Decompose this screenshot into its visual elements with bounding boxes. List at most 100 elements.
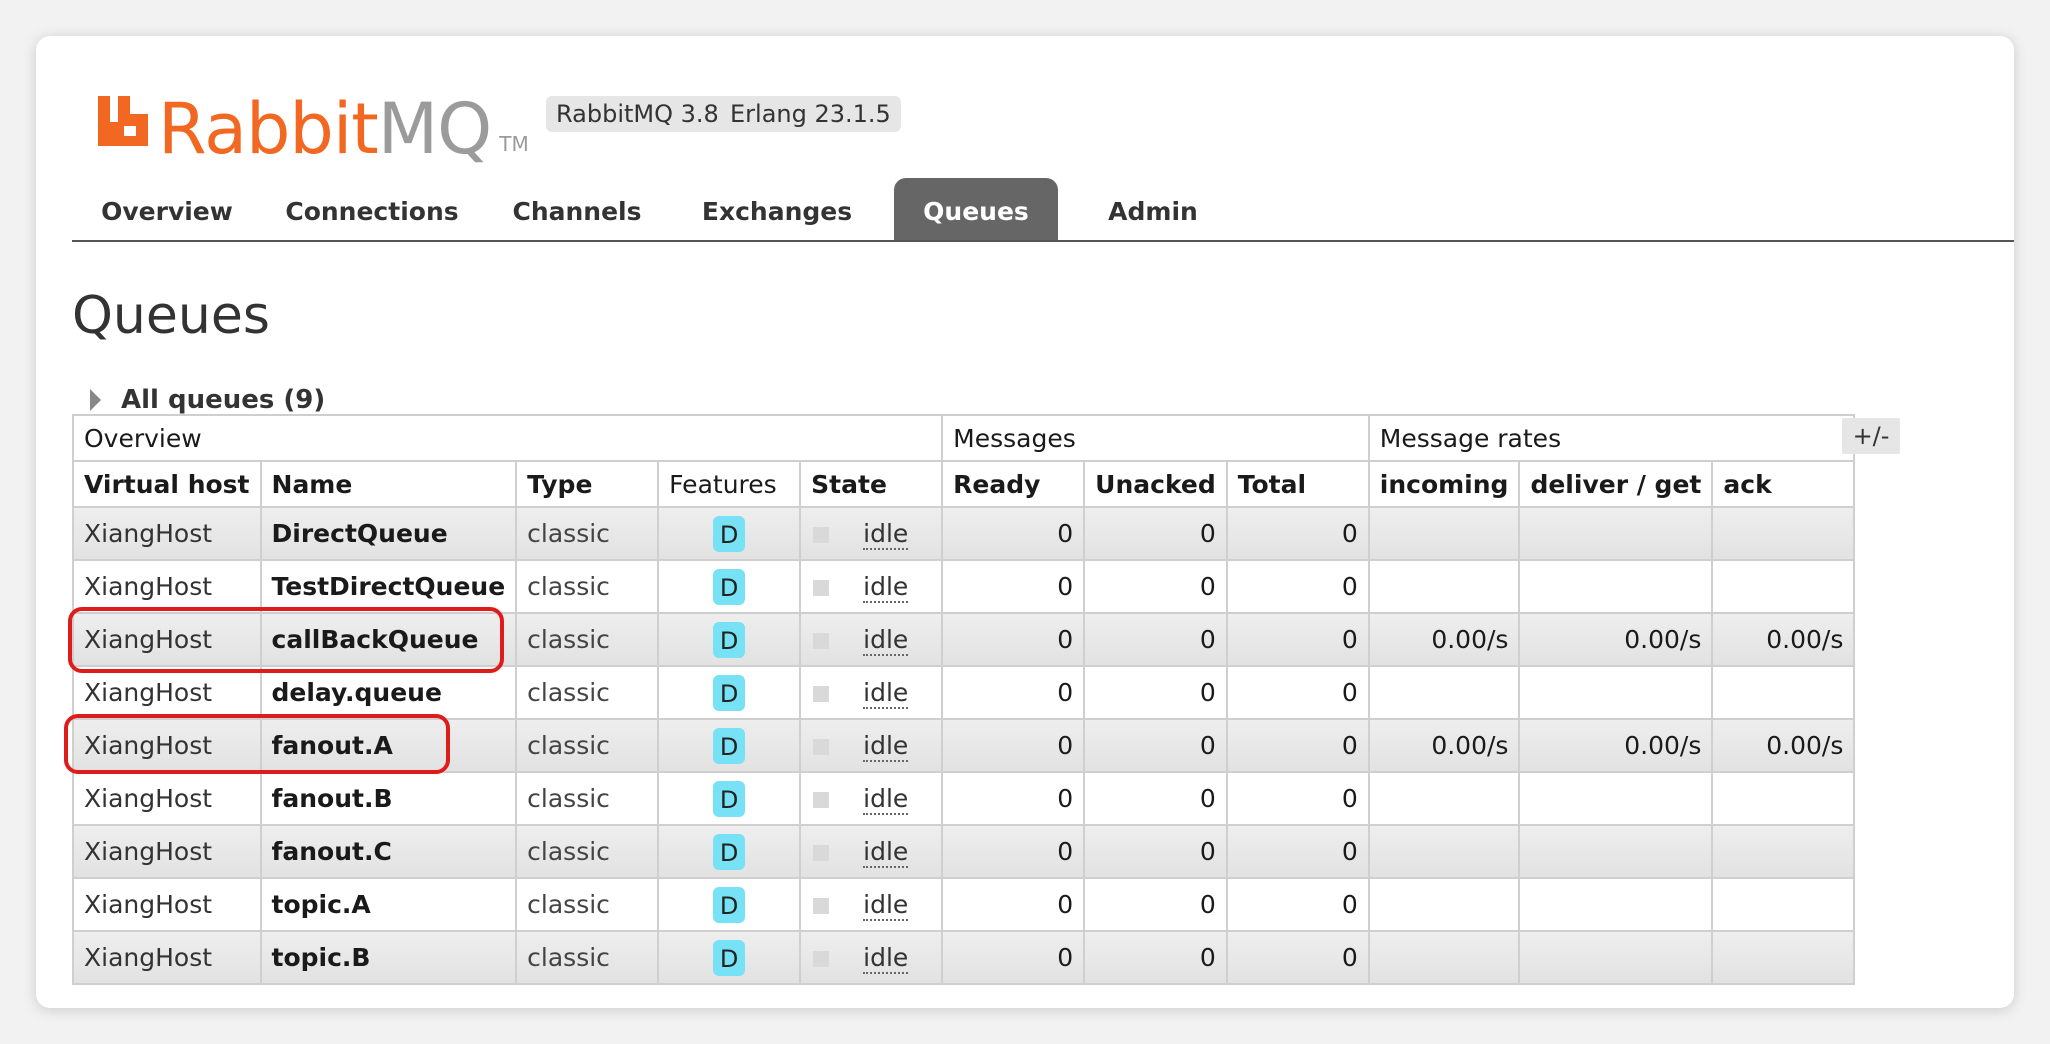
cell-incoming — [1367, 559, 1521, 614]
cell-total: 0 — [1225, 771, 1370, 826]
cell-features: D — [657, 665, 802, 720]
cell-deliver-get — [1518, 665, 1714, 720]
logo-trademark: TM — [499, 132, 529, 156]
state-square-icon — [813, 792, 830, 808]
cell-vhost: XiangHost — [72, 877, 262, 932]
state-label[interactable]: idle — [863, 572, 909, 603]
erlang-version-badge: Erlang 23.1.5 — [720, 96, 901, 132]
column-header-unacked[interactable]: Unacked — [1083, 460, 1228, 508]
state-label[interactable]: idle — [863, 890, 909, 921]
column-toggle-button[interactable]: +/- — [1842, 418, 1900, 454]
cell-deliver-get — [1518, 506, 1714, 561]
cell-vhost: XiangHost — [72, 824, 262, 879]
state-label[interactable]: idle — [863, 625, 909, 656]
cell-state: idle — [799, 718, 944, 773]
state-label[interactable]: idle — [863, 943, 909, 974]
state-label[interactable]: idle — [863, 519, 909, 550]
state-square-icon — [813, 845, 830, 861]
durable-badge[interactable]: D — [713, 674, 746, 711]
state-square-icon — [813, 898, 830, 914]
queue-name-link[interactable]: TestDirectQueue — [259, 559, 518, 614]
cell-unacked: 0 — [1083, 771, 1228, 826]
cell-state: idle — [799, 506, 944, 561]
main-card: Rabbit MQ TM RabbitMQ 3.8.9 Erlang 23.1.5… — [36, 36, 2014, 1008]
cell-total: 0 — [1225, 930, 1370, 985]
cell-incoming: 0.00/s — [1367, 612, 1521, 667]
table-row: XiangHost fanout.A classic D idle 0 0 0 … — [72, 718, 1856, 773]
tab-connections[interactable]: Connections — [262, 178, 482, 240]
cell-incoming — [1367, 930, 1521, 985]
cell-ready: 0 — [941, 877, 1086, 932]
state-label[interactable]: idle — [863, 731, 909, 762]
queue-name-link[interactable]: fanout.A — [259, 718, 518, 773]
cell-unacked: 0 — [1083, 718, 1228, 773]
cell-total: 0 — [1225, 612, 1370, 667]
queue-name-link[interactable]: topic.B — [259, 930, 518, 985]
durable-badge[interactable]: D — [713, 568, 746, 605]
state-label[interactable]: idle — [863, 837, 909, 868]
column-header-total[interactable]: Total — [1225, 460, 1370, 508]
tab-queues[interactable]: Queues — [894, 178, 1058, 240]
tab-exchanges[interactable]: Exchanges — [672, 178, 882, 240]
cell-ready: 0 — [941, 771, 1086, 826]
durable-badge[interactable]: D — [713, 780, 746, 817]
cell-ready: 0 — [941, 665, 1086, 720]
state-label[interactable]: idle — [863, 784, 909, 815]
table-row: XiangHost TestDirectQueue classic D idle… — [72, 559, 1856, 614]
cell-deliver-get: 0.00/s — [1518, 718, 1714, 773]
queue-name-link[interactable]: fanout.B — [259, 771, 518, 826]
column-header-deliver-get[interactable]: deliver / get — [1518, 460, 1714, 508]
table-row: XiangHost fanout.C classic D idle 0 0 0 — [72, 824, 1856, 879]
durable-badge[interactable]: D — [713, 939, 746, 976]
column-header-vhost[interactable]: Virtual host — [72, 460, 262, 508]
cell-ready: 0 — [941, 930, 1086, 985]
durable-badge[interactable]: D — [713, 515, 746, 552]
rabbitmq-logo-icon — [98, 96, 148, 146]
rabbitmq-logo[interactable]: Rabbit MQ TM — [94, 64, 529, 164]
durable-badge[interactable]: D — [713, 886, 746, 923]
queue-name-link[interactable]: callBackQueue — [259, 612, 518, 667]
cell-state: idle — [799, 877, 944, 932]
column-header-state[interactable]: State — [799, 460, 944, 508]
column-header-name[interactable]: Name — [259, 460, 518, 508]
queue-name-link[interactable]: topic.A — [259, 877, 518, 932]
cell-type: classic — [515, 771, 660, 826]
cell-unacked: 0 — [1083, 506, 1228, 561]
cell-ready: 0 — [941, 559, 1086, 614]
cell-type: classic — [515, 930, 660, 985]
column-header-ready[interactable]: Ready — [941, 460, 1086, 508]
cell-ack — [1711, 771, 1856, 826]
queue-name-link[interactable]: DirectQueue — [259, 506, 518, 561]
table-row: XiangHost delay.queue classic D idle 0 0… — [72, 665, 1856, 720]
cell-unacked: 0 — [1083, 559, 1228, 614]
durable-badge[interactable]: D — [713, 621, 746, 658]
state-label[interactable]: idle — [863, 678, 909, 709]
cell-features: D — [657, 877, 802, 932]
tab-admin[interactable]: Admin — [1068, 178, 1238, 240]
cell-type: classic — [515, 506, 660, 561]
cell-deliver-get: 0.00/s — [1518, 612, 1714, 667]
tab-overview[interactable]: Overview — [72, 178, 262, 240]
durable-badge[interactable]: D — [713, 833, 746, 870]
cell-features: D — [657, 612, 802, 667]
cell-incoming — [1367, 824, 1521, 879]
column-header-ack[interactable]: ack — [1711, 460, 1856, 508]
table-row: XiangHost fanout.B classic D idle 0 0 0 — [72, 771, 1856, 826]
column-header-incoming[interactable]: incoming — [1367, 460, 1521, 508]
cell-ack — [1711, 665, 1856, 720]
queues-table: Overview Messages Message rates Virtual … — [71, 414, 1856, 985]
table-row: XiangHost topic.A classic D idle 0 0 0 — [72, 877, 1856, 932]
durable-badge[interactable]: D — [713, 727, 746, 764]
cell-vhost: XiangHost — [72, 665, 262, 720]
cell-unacked: 0 — [1083, 877, 1228, 932]
queue-name-link[interactable]: delay.queue — [259, 665, 518, 720]
group-header-overview: Overview — [71, 414, 944, 462]
cell-features: D — [657, 506, 802, 561]
tab-channels[interactable]: Channels — [482, 178, 672, 240]
cell-state: idle — [799, 930, 944, 985]
column-header-type[interactable]: Type — [515, 460, 660, 508]
queue-name-link[interactable]: fanout.C — [259, 824, 518, 879]
cell-unacked: 0 — [1083, 824, 1228, 879]
cell-type: classic — [515, 665, 660, 720]
cell-incoming: 0.00/s — [1367, 718, 1521, 773]
